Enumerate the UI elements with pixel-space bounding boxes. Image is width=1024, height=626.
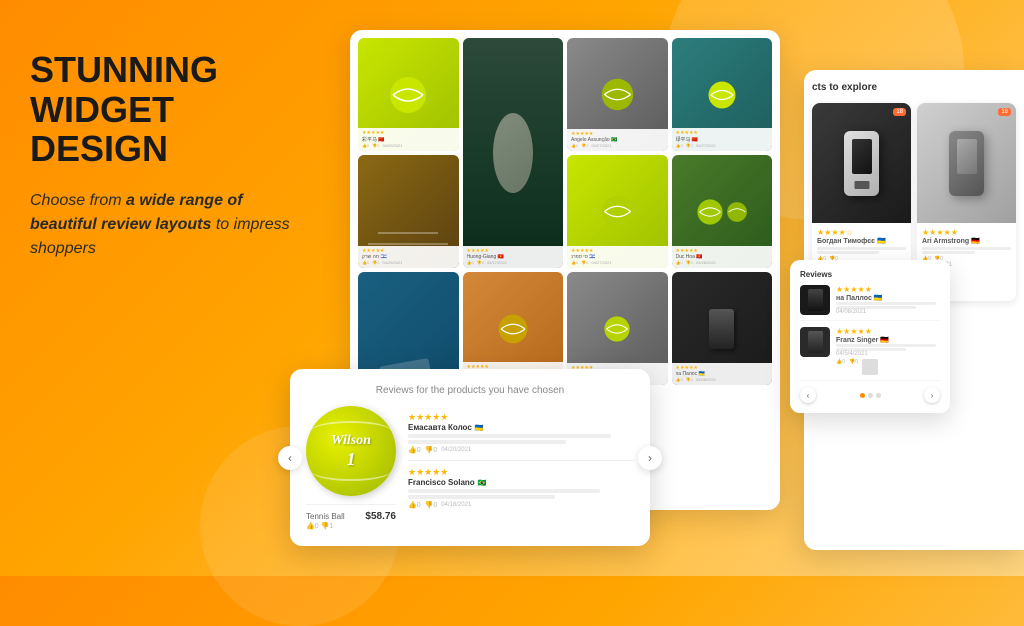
review-meta-1: 👍0 👎0 04/18/2021 (408, 501, 634, 509)
reviews-list: ★★★★★ Емасавта Колос 🇺🇦 👍0 👎0 04/20/2021 (408, 406, 634, 515)
prod-card-img-0: 18 (812, 103, 911, 223)
photo-cell-4: ★★★★★ חה שרק 🇮🇱 👍0👎004/25/2021 (358, 155, 459, 268)
photo-cell-3: ★★★★★ 绿平马 🇨🇳 👍0👎004/27/2021 (672, 38, 773, 151)
photo-cell-6: ★★★★★ Duc Hoa 🇻🇳 👍0👎004/26/2021 (672, 155, 773, 268)
product-likes: 👍0 👎1 (306, 522, 396, 530)
review-text-0 (408, 434, 634, 444)
product-review-widget: ‹ › Reviews for the products you have ch… (290, 369, 650, 546)
review-user-1: Francisco Solano 🇧🇷 (408, 478, 634, 487)
product-price: $58.76 (365, 511, 396, 522)
review-meta-0: 👍0 👎0 04/20/2021 (408, 446, 634, 454)
photo-cell-1: ★★★★★ Huong-Giang 🇻🇳 👍0👎004/17/2021 (463, 38, 564, 268)
prod-card-img-1: 18 (917, 103, 1016, 223)
middle-review-0: ★★★★★ на Паллос 🇺🇦 04/08/2021 (800, 285, 940, 321)
review-item-0: ★★★★★ Емасавта Колос 🇺🇦 👍0 👎0 04/20/2021 (408, 406, 634, 461)
ball-curve-bottom (311, 461, 391, 481)
review-user-0: Емасавта Колос 🇺🇦 (408, 423, 634, 432)
widgets-area: ★★★★★ 彩平马 🇨🇳 👍0👎004/29/2021 ★★★★★ Huong-… (290, 20, 1024, 576)
review-text-1 (408, 489, 634, 499)
photo-cell-2: ★★★★★ Ângelo Assunção 🇧🇷 👍0👎004/27/2021 (567, 38, 668, 151)
product-name: Tennis Ball (306, 512, 345, 521)
dot-active (860, 393, 865, 398)
middle-prev[interactable]: ‹ (800, 387, 816, 403)
product-info: Tennis Ball $58.76 (306, 504, 396, 522)
photo-cell-5: ★★★★★ סי ספרנ 🇮🇱 👍0👎004/27/2021 (567, 155, 668, 268)
product-ball: Wilson 1 (306, 406, 396, 496)
review-stars-0: ★★★★★ (408, 412, 634, 423)
review-item-1: ★★★★★ Francisco Solano 🇧🇷 👍0 👎0 04/18/20… (408, 461, 634, 515)
product-ball-container: Wilson 1 Tennis Ball $58.76 👍0 👎1 (306, 406, 396, 530)
middle-widget: Reviews ★★★★★ на Паллос 🇺🇦 04/08/2021 (790, 260, 950, 413)
review-stars-1: ★★★★★ (408, 467, 634, 478)
widget-title: Reviews for the products you have chosen (306, 385, 634, 396)
right-widget-header: cts to explore (812, 82, 1016, 93)
next-arrow[interactable]: › (638, 446, 662, 470)
main-title: STUNNING WIDGET DESIGN (30, 50, 290, 169)
dot-1 (868, 393, 873, 398)
photo-cell-10: ★★★★★ na Палос 🇺🇦 👍0👎004/08/2021 (672, 272, 773, 385)
dot-2 (876, 393, 881, 398)
middle-next[interactable]: › (924, 387, 940, 403)
hero-text: STUNNING WIDGET DESIGN Choose from a wid… (30, 50, 290, 261)
photo-cell-0: ★★★★★ 彩平马 🇨🇳 👍0👎004/29/2021 (358, 38, 459, 151)
subtitle: Choose from a wide range of beautiful re… (30, 189, 290, 261)
prev-arrow[interactable]: ‹ (278, 446, 302, 470)
middle-widget-title: Reviews (800, 270, 940, 279)
ball-curve-top (311, 421, 391, 441)
product-row: Wilson 1 Tennis Ball $58.76 👍0 👎1 ★★★★★ … (306, 406, 634, 530)
prod-badge-1: 18 (998, 108, 1011, 116)
middle-review-1: ★★★★★ Franz Singer 🇩🇪 04/5/4/2021 👍0 👎0 (800, 327, 940, 381)
prod-badge-0: 18 (893, 108, 906, 116)
